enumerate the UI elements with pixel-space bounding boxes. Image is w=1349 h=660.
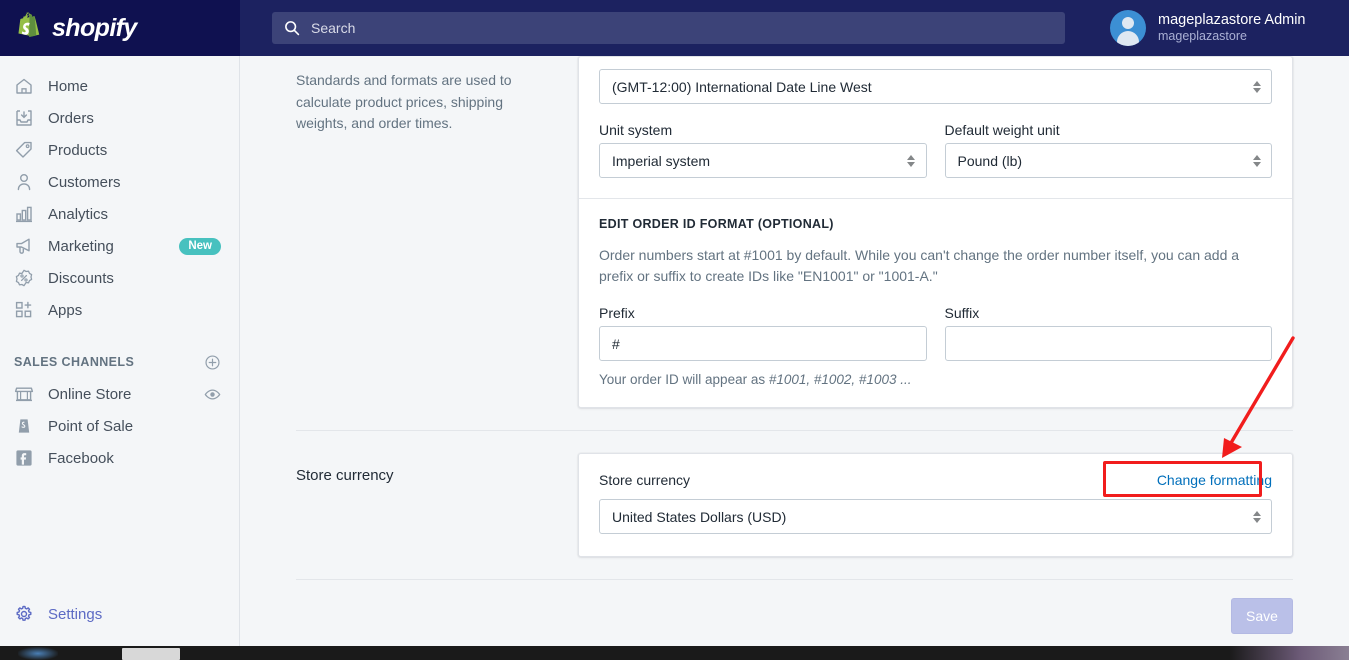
timezone-value: (GMT-12:00) International Date Line West: [612, 78, 872, 95]
sidebar-item-label: Apps: [48, 301, 83, 319]
taskbar-tray: [1229, 646, 1349, 660]
timezone-select[interactable]: (GMT-12:00) International Date Line West: [599, 69, 1272, 104]
sidebar-item-point-of-sale[interactable]: Point of Sale: [0, 410, 239, 442]
sidebar-item-label: Discounts: [48, 269, 114, 287]
gear-icon: [16, 605, 32, 621]
suffix-label: Suffix: [944, 305, 980, 321]
primary-nav: Home Orders Products Customers Analytics…: [0, 56, 239, 326]
sales-channels-header: SALES CHANNELS: [0, 346, 239, 378]
search-input[interactable]: Search: [272, 12, 1065, 44]
sidebar-item-label: Orders: [48, 109, 94, 127]
prefix-input[interactable]: #: [599, 326, 927, 361]
sidebar-item-discounts[interactable]: Discounts: [0, 262, 239, 294]
marketing-new-badge: New: [179, 237, 221, 255]
product-tag-icon: [15, 141, 32, 158]
top-bar: shopify Search mageplazastore Admin mage…: [0, 0, 1349, 56]
sidebar-item-apps[interactable]: Apps: [0, 294, 239, 326]
facebook-icon: [16, 450, 32, 466]
sidebar-item-products[interactable]: Products: [0, 134, 239, 166]
sidebar-item-label: Home: [48, 77, 89, 95]
stepper-icon: [907, 154, 916, 167]
prefix-value: #: [612, 335, 620, 352]
eye-icon[interactable]: [204, 388, 221, 401]
os-taskbar: [0, 646, 1349, 660]
weight-unit-label: Default weight unit: [944, 122, 1060, 138]
stepper-icon: [1252, 510, 1261, 523]
sidebar-item-marketing[interactable]: Marketing New: [0, 230, 239, 262]
order-id-section: EDIT ORDER ID FORMAT (OPTIONAL) Order nu…: [579, 199, 1292, 407]
standards-description: Standards and formats are used to calcul…: [296, 72, 512, 131]
store-currency-select[interactable]: United States Dollars (USD): [599, 499, 1272, 534]
discount-percent-icon: [15, 269, 33, 287]
user-avatar-icon: [1110, 10, 1146, 46]
shopify-logo[interactable]: shopify: [0, 0, 240, 56]
sidebar-item-label: Point of Sale: [48, 417, 134, 435]
store-currency-value: United States Dollars (USD): [612, 508, 787, 525]
sidebar-item-label: Facebook: [48, 449, 114, 467]
sidebar-item-settings[interactable]: Settings: [0, 604, 240, 624]
standards-card: (GMT-12:00) International Date Line West…: [578, 56, 1293, 408]
home-icon: [16, 78, 32, 94]
user-menu[interactable]: mageplazastore Admin mageplazastore: [1090, 0, 1349, 56]
suffix-input[interactable]: [944, 326, 1272, 361]
sidebar-item-orders[interactable]: Orders: [0, 102, 239, 134]
store-currency-section: Store currency Store currency Change for…: [240, 453, 1349, 557]
point-of-sale-icon: [18, 419, 30, 433]
weight-unit-value: Pound (lb): [957, 152, 1023, 169]
user-store-name: mageplazastore: [1158, 29, 1247, 43]
weight-unit-select[interactable]: Pound (lb): [944, 143, 1272, 178]
search-icon: [285, 21, 300, 36]
standards-description-col: Standards and formats are used to calcul…: [296, 56, 578, 408]
order-id-heading: EDIT ORDER ID FORMAT (OPTIONAL): [599, 217, 834, 231]
sidebar-item-facebook[interactable]: Facebook: [0, 442, 239, 474]
apps-grid-plus-icon: [15, 301, 32, 318]
section-divider: [296, 430, 1293, 431]
prefix-label: Prefix: [599, 305, 635, 321]
plus-circle-icon[interactable]: [204, 354, 221, 371]
store-currency-card: Store currency Change formatting United …: [578, 453, 1293, 557]
shopify-bag-icon: [18, 12, 40, 38]
stepper-icon: [1252, 154, 1261, 167]
online-store-icon: [14, 387, 34, 402]
sidebar: Home Orders Products Customers Analytics…: [0, 56, 240, 646]
sidebar-item-label: Analytics: [48, 205, 109, 223]
store-currency-field-label: Store currency: [599, 472, 691, 488]
taskbar-glow: [18, 647, 58, 660]
shopify-wordmark: shopify: [52, 13, 137, 42]
sidebar-item-label: Customers: [48, 173, 121, 191]
shopify-admin-window: shopify Search mageplazastore Admin mage…: [0, 0, 1349, 660]
taskbar-window-button[interactable]: [122, 648, 180, 660]
stepper-icon: [1252, 80, 1261, 93]
sidebar-item-label: Settings: [48, 605, 103, 623]
save-button[interactable]: Save: [1231, 598, 1293, 634]
sales-channels-title: SALES CHANNELS: [14, 355, 135, 369]
sidebar-item-label: Online Store: [48, 385, 132, 403]
order-id-body: Order numbers start at #1001 by default.…: [599, 247, 1240, 284]
sidebar-item-analytics[interactable]: Analytics: [0, 198, 239, 230]
standards-section: Standards and formats are used to calcul…: [240, 56, 1349, 408]
order-id-preview: Your order ID will appear as #1001, #100…: [599, 372, 1272, 387]
order-id-preview-example: #1001, #1002, #1003 ...: [768, 372, 912, 387]
analytics-bar-chart-icon: [16, 206, 32, 223]
change-formatting-link[interactable]: Change formatting: [1157, 472, 1272, 488]
orders-inbox-icon: [16, 110, 32, 126]
unit-system-label: Unit system: [599, 122, 673, 138]
store-currency-label-col: Store currency: [296, 453, 578, 557]
store-currency-section-label: Store currency: [296, 467, 394, 484]
marketing-megaphone-icon: [16, 238, 30, 254]
main-content: Standards and formats are used to calcul…: [240, 56, 1349, 646]
order-id-preview-prefix: Your order ID will appear as: [599, 372, 769, 387]
unit-system-select[interactable]: Imperial system: [599, 143, 927, 178]
customer-person-icon: [17, 174, 31, 191]
sidebar-item-online-store[interactable]: Online Store: [0, 378, 239, 410]
sidebar-item-home[interactable]: Home: [0, 70, 239, 102]
user-name: mageplazastore Admin: [1158, 12, 1306, 28]
unit-system-value: Imperial system: [612, 152, 711, 169]
sidebar-item-label: Marketing: [48, 237, 114, 255]
search-placeholder: Search: [311, 20, 356, 36]
sidebar-item-label: Products: [48, 141, 108, 159]
sidebar-item-customers[interactable]: Customers: [0, 166, 239, 198]
